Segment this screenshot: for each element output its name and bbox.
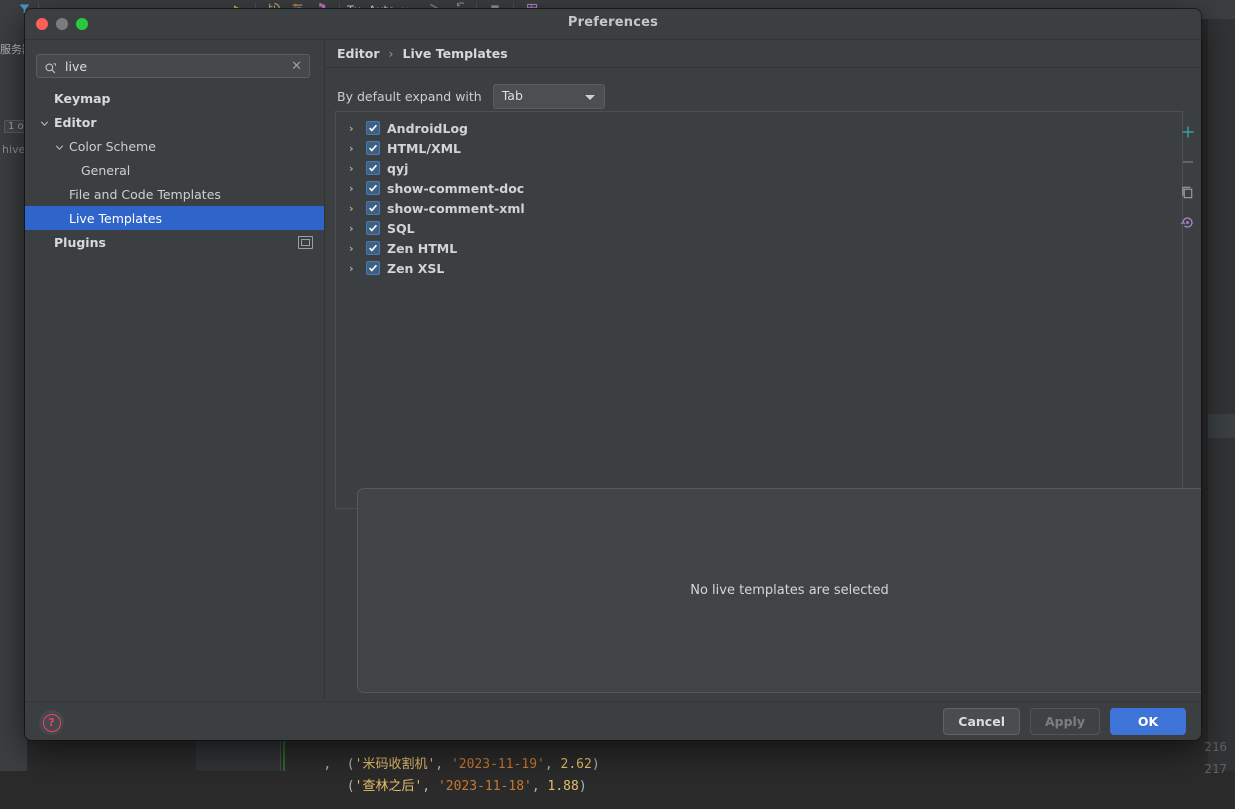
open-external-icon[interactable] [298,236,313,249]
line-number: 217 [1204,761,1227,776]
search-icon [44,60,57,74]
group-name: qyj [387,160,409,176]
dialog-title-bar[interactable]: Preferences [25,9,1201,40]
group-checkbox[interactable] [366,121,380,135]
chevron-right-icon[interactable]: › [349,122,366,135]
settings-sidebar: live ✕ Keymap Editor Color Scheme Genera… [25,40,325,700]
sidebar-item-label: Color Scheme [69,138,156,154]
list-toolbar [1174,111,1201,521]
settings-tree: Keymap Editor Color Scheme General File … [25,86,324,254]
list-item[interactable]: › AndroidLog [336,118,1182,138]
chevron-right-icon[interactable]: › [349,222,366,235]
sidebar-item-file-and-code-templates[interactable]: File and Code Templates [25,182,324,206]
chevron-down-icon[interactable] [39,117,50,128]
add-template-button[interactable] [1179,123,1197,141]
group-name: SQL [387,220,415,236]
group-checkbox[interactable] [366,181,380,195]
group-name: Zen HTML [387,240,458,256]
breadcrumb-current: Live Templates [402,46,508,61]
code-token: ) [591,757,600,772]
sidebar-item-live-templates[interactable]: Live Templates [25,206,324,230]
group-checkbox[interactable] [366,261,380,275]
template-groups-list[interactable]: › AndroidLog › HTML/XML › qyj › show-com… [335,111,1183,509]
search-input[interactable]: live ✕ [36,54,310,78]
list-item[interactable]: › Zen HTML [336,238,1182,258]
code-token: ) [578,779,587,794]
code-token: '查林之后' [354,779,423,794]
sidebar-item-plugins[interactable]: Plugins [25,230,324,254]
code-token: ( [323,779,355,794]
list-item[interactable]: › HTML/XML [336,138,1182,158]
search-field-wrapper: live ✕ [36,54,310,78]
chevron-right-icon[interactable]: › [349,142,366,155]
chevron-down-icon [584,95,595,100]
footer-buttons: Cancel Apply OK [943,708,1186,735]
empty-state-message: No live templates are selected [690,583,889,598]
list-item[interactable]: › show-comment-xml [336,198,1182,218]
sidebar-item-label: Plugins [54,234,106,250]
ide-right-highlight [1208,414,1235,438]
group-name: show-comment-doc [387,180,525,196]
group-checkbox[interactable] [366,201,380,215]
expand-with-label: By default expand with [337,89,482,104]
help-button[interactable]: ? [39,710,64,735]
remove-template-button [1179,153,1197,171]
expand-with-value: Tab [501,88,523,103]
group-name: Zen XSL [387,260,445,276]
sidebar-item-label: Editor [54,114,97,130]
group-checkbox[interactable] [366,141,380,155]
breadcrumb-parent[interactable]: Editor [337,46,380,61]
code-line: ('查林之后', '2023-11-18', 1.88) [292,760,587,809]
question-mark-icon: ? [42,713,61,732]
breadcrumb: Editor › Live Templates [325,40,1201,68]
sidebar-item-label: Keymap [54,90,111,106]
search-value: live [65,59,88,74]
chevron-right-icon[interactable]: › [349,162,366,175]
database-label: hive [2,143,26,156]
chevron-right-icon[interactable]: › [349,262,366,275]
restore-defaults-button[interactable] [1179,213,1197,231]
clear-x-icon[interactable]: ✕ [291,58,302,75]
dialog-footer: ? Cancel Apply OK [25,701,1201,740]
cancel-button[interactable]: Cancel [943,708,1020,735]
list-item[interactable]: › SQL [336,218,1182,238]
duplicate-template-button[interactable] [1179,183,1197,201]
group-name: AndroidLog [387,120,469,136]
chevron-right-icon[interactable]: › [349,182,366,195]
sidebar-item-general[interactable]: General [25,158,324,182]
group-checkbox[interactable] [366,161,380,175]
template-detail-panel: No live templates are selected [357,488,1201,693]
ide-right-tool-strip[interactable] [1208,19,1235,771]
chevron-right-icon[interactable]: › [349,242,366,255]
group-name: show-comment-xml [387,200,525,216]
list-item[interactable]: › qyj [336,158,1182,178]
sidebar-item-label: Live Templates [69,210,163,226]
preferences-dialog: Preferences live ✕ Keymap Editor Color S… [25,9,1201,740]
sidebar-item-keymap[interactable]: Keymap [25,86,324,110]
expand-with-row: By default expand with Tab [337,84,605,109]
list-item[interactable]: › Zen XSL [336,258,1182,278]
group-name: HTML/XML [387,140,461,156]
sidebar-item-editor[interactable]: Editor [25,110,324,134]
sidebar-item-label: General [81,162,131,178]
sidebar-item-color-scheme[interactable]: Color Scheme [25,134,324,158]
group-checkbox[interactable] [366,221,380,235]
group-checkbox[interactable] [366,241,380,255]
code-token: , [422,779,438,794]
code-token: , [531,779,548,794]
chevron-down-icon[interactable] [54,141,65,152]
dialog-title: Preferences [567,15,659,30]
sidebar-item-label: File and Code Templates [69,186,221,202]
code-token: '2023-11-18' [437,779,532,794]
expand-with-dropdown[interactable]: Tab [492,84,605,109]
ide-left-strip: 服务器 1 o hive [0,19,33,771]
ok-button[interactable]: OK [1110,708,1186,735]
apply-button[interactable]: Apply [1029,708,1100,735]
chevron-right-icon[interactable]: › [349,202,366,215]
list-item[interactable]: › show-comment-doc [336,178,1182,198]
breadcrumb-separator: › [388,46,394,61]
code-token: 1.88 [547,779,579,794]
line-number: 216 [1204,739,1227,754]
